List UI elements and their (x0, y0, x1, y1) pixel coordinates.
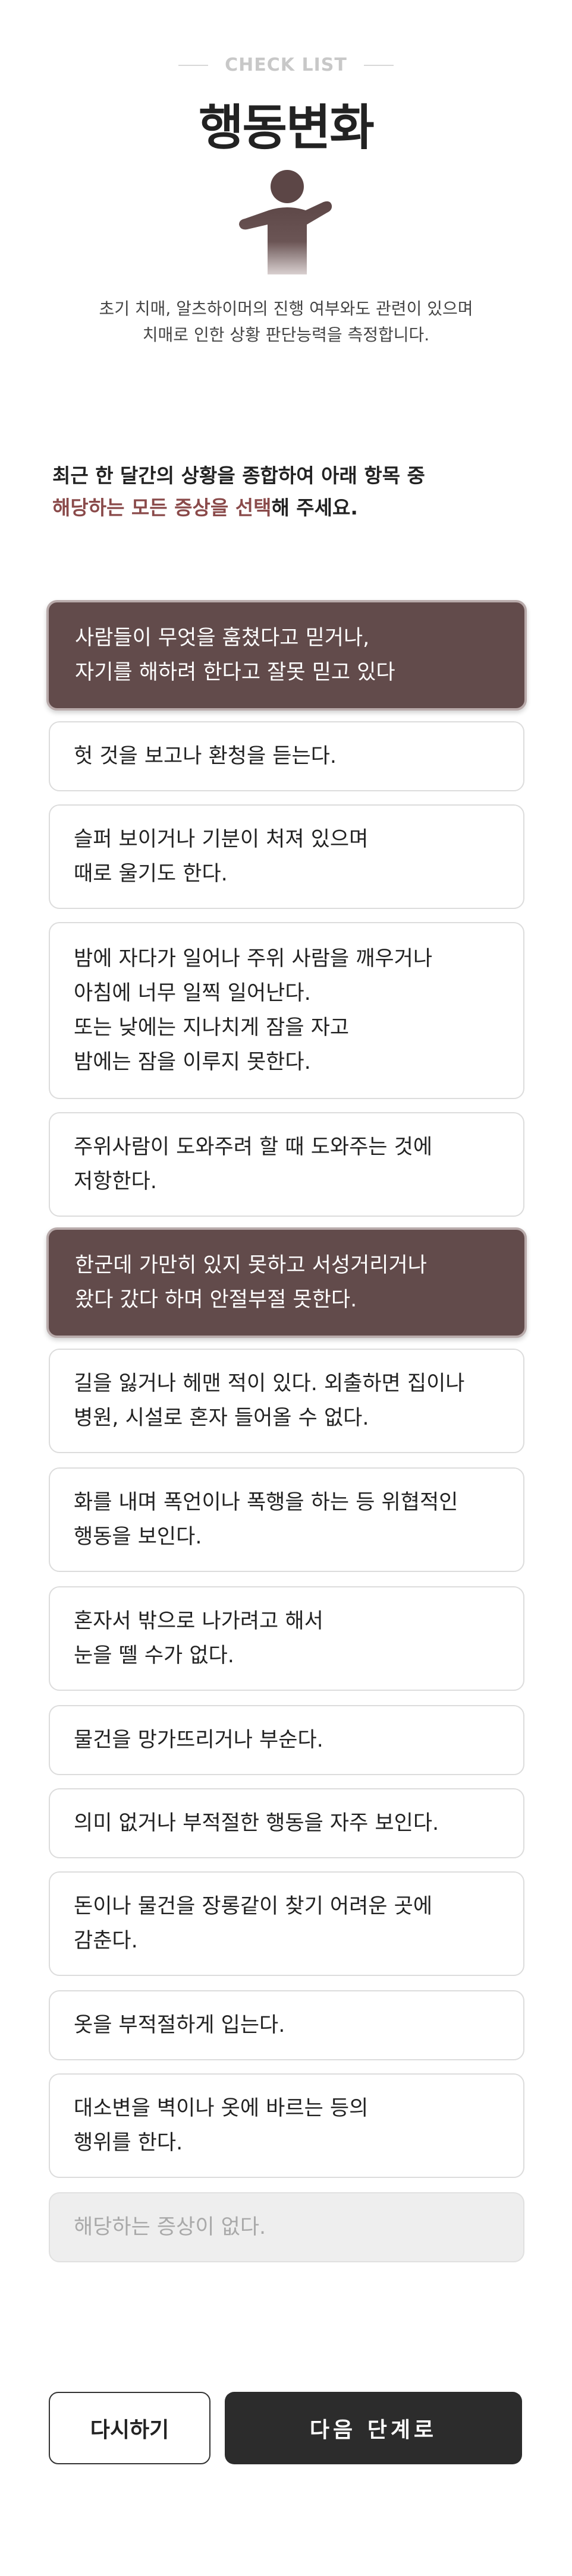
next-step-button[interactable]: 다음 단계로 (225, 2392, 522, 2464)
symptom-option[interactable]: 옷을 부적절하게 입는다. (49, 1990, 524, 2060)
page-title: 행동변화 (199, 100, 375, 156)
symptom-option[interactable]: 혼자서 밖으로 나가려고 해서 눈을 뗄 수가 없다. (49, 1586, 524, 1691)
description-line-1: 초기 치매, 알츠하이머의 진행 여부와도 관련이 있으며 (99, 299, 473, 318)
checklist-eyebrow: CHECK LIST (0, 55, 572, 75)
symptom-option-label: 주위사람이 도와주려 할 때 도와주는 것에 저항한다. (74, 1135, 433, 1194)
instruction-line-1: 최근 한 달간의 상황을 종합하여 아래 항목 중 (52, 464, 425, 487)
symptom-option-label: 슬퍼 보이거나 기분이 처져 있으며 때로 울기도 한다. (74, 828, 369, 886)
symptom-option[interactable]: 길을 잃거나 헤맨 적이 있다. 외출하면 집이나 병원, 시설로 혼자 들어올… (49, 1349, 524, 1453)
page-description: 초기 치매, 알츠하이머의 진행 여부와도 관련이 있으며 치매로 인한 상황 … (0, 296, 572, 348)
symptom-option-label: 사람들이 무엇을 훔쳤다고 믿거나, 자기를 해하려 한다고 잘못 믿고 있다 (75, 626, 395, 684)
no-symptom-option[interactable]: 해당하는 증상이 없다. (49, 2192, 524, 2262)
instruction-line-2: 해당하는 모든 증상을 선택해 주세요. (52, 492, 528, 524)
symptom-option[interactable]: 돈이나 물건을 장롱같이 찾기 어려운 곳에 감춘다. (49, 1871, 524, 1976)
symptom-option-label: 밤에 자다가 일어나 주위 사람을 깨우거나 아침에 너무 일찍 일어난다. 또… (74, 947, 433, 1074)
description-line-2: 치매로 인한 상황 판단능력을 측정합니다. (142, 325, 430, 345)
symptom-option-label: 대소변을 벽이나 옷에 바르는 등의 행위를 한다. (74, 2097, 369, 2155)
instruction-highlight: 해당하는 모든 증상을 선택 (52, 496, 272, 519)
eyebrow-label: CHECK LIST (225, 55, 347, 75)
symptom-option-label: 돈이나 물건을 장롱같이 찾기 어려운 곳에 감춘다. (74, 1895, 433, 1953)
symptom-option-label: 길을 잃거나 헤맨 적이 있다. 외출하면 집이나 병원, 시설로 혼자 들어올… (74, 1372, 465, 1430)
person-shrug-icon (239, 170, 332, 274)
symptom-option-label: 한군데 가만히 있지 못하고 서성거리거나 왔다 갔다 하며 안절부절 못한다. (75, 1254, 427, 1312)
symptom-option-label: 옷을 부적절하게 입는다. (74, 2013, 285, 2037)
instruction-text: 최근 한 달간의 상황을 종합하여 아래 항목 중 해당하는 모든 증상을 선택… (52, 460, 528, 524)
symptom-option[interactable]: 한군데 가만히 있지 못하고 서성거리거나 왔다 갔다 하며 안절부절 못한다. (46, 1227, 527, 1338)
symptom-option[interactable]: 사람들이 무엇을 훔쳤다고 믿거나, 자기를 해하려 한다고 잘못 믿고 있다 (46, 600, 527, 711)
symptom-option[interactable]: 물건을 망가뜨리거나 부순다. (49, 1705, 524, 1775)
symptom-option[interactable]: 헛 것을 보고나 환청을 듣는다. (49, 721, 524, 791)
instruction-rest: 해 주세요. (271, 496, 358, 519)
symptom-option-label: 혼자서 밖으로 나가려고 해서 눈을 뗄 수가 없다. (74, 1609, 323, 1668)
no-symptom-label: 해당하는 증상이 없다. (74, 2215, 266, 2239)
divider-left (178, 64, 209, 66)
symptom-option[interactable]: 주위사람이 도와주려 할 때 도와주는 것에 저항한다. (49, 1112, 524, 1217)
symptom-option-label: 헛 것을 보고나 환청을 듣는다. (74, 744, 337, 768)
symptom-option[interactable]: 슬퍼 보이거나 기분이 처져 있으며 때로 울기도 한다. (49, 804, 524, 909)
symptom-option-label: 화를 내며 폭언이나 폭행을 하는 등 위협적인 행동을 보인다. (74, 1491, 458, 1549)
symptom-option[interactable]: 화를 내며 폭언이나 폭행을 하는 등 위협적인 행동을 보인다. (49, 1467, 524, 1572)
reset-button[interactable]: 다시하기 (49, 2392, 210, 2464)
symptom-option[interactable]: 밤에 자다가 일어나 주위 사람을 깨우거나 아침에 너무 일찍 일어난다. 또… (49, 922, 524, 1099)
symptom-option-label: 물건을 망가뜨리거나 부순다. (74, 1728, 323, 1752)
divider-right (363, 64, 394, 66)
symptom-option-label: 의미 없거나 부적절한 행동을 자주 보인다. (74, 1811, 439, 1835)
symptom-option[interactable]: 의미 없거나 부적절한 행동을 자주 보인다. (49, 1788, 524, 1858)
symptom-option[interactable]: 대소변을 벽이나 옷에 바르는 등의 행위를 한다. (49, 2073, 524, 2178)
